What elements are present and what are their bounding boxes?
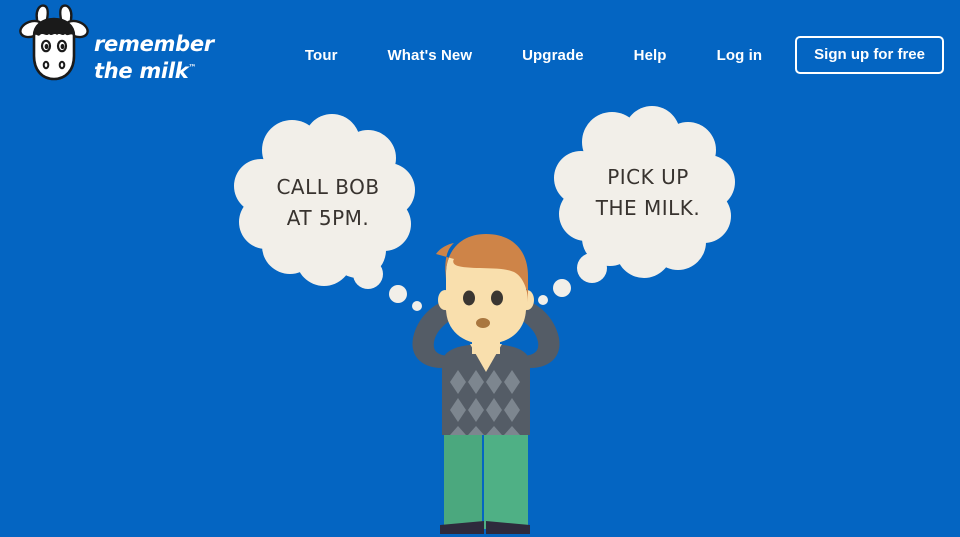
nav-item-tour[interactable]: Tour <box>305 41 338 70</box>
trademark-mark: ™ <box>188 63 197 72</box>
signup-for-free-button[interactable]: Sign up for free <box>795 36 944 74</box>
confused-man-figure <box>412 234 560 534</box>
logo-line-2: the milk™ <box>94 59 197 83</box>
nav-item-upgrade[interactable]: Upgrade <box>522 41 584 70</box>
ear-left <box>438 290 452 310</box>
mouth <box>476 318 490 328</box>
logo-line-1: remember <box>94 32 214 56</box>
main-navigation: Tour What's New Upgrade Help Log in Sign… <box>305 36 944 74</box>
site-header: remember the milk™ Tour What's New Upgra… <box>0 0 960 105</box>
ear-right <box>520 290 534 310</box>
logo[interactable]: remember the milk™ <box>18 2 214 90</box>
cow-head-logo-icon <box>18 2 90 90</box>
nav-item-whats-new[interactable]: What's New <box>388 41 473 70</box>
nav-item-help[interactable]: Help <box>634 41 667 70</box>
eye-right <box>491 290 503 306</box>
confused-man-illustration <box>396 228 576 537</box>
eye-left <box>463 290 475 306</box>
nav-item-log-in[interactable]: Log in <box>717 41 763 70</box>
logo-wordmark: remember the milk™ <box>94 34 214 82</box>
